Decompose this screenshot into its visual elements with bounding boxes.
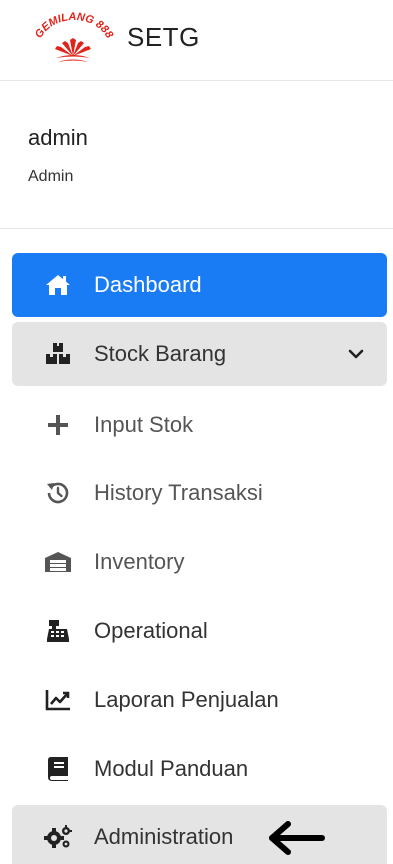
nav-history-transaksi[interactable]: History Transaksi — [12, 461, 387, 525]
nav-inventory[interactable]: Inventory — [12, 530, 387, 594]
sidebar: GEMILANG 888 SETG admin Admin Dashboard … — [0, 0, 393, 864]
nav-operational[interactable]: Operational — [12, 599, 387, 663]
app-title: SETG — [127, 22, 200, 52]
history-icon — [44, 479, 72, 507]
nav-laporan-penjualan[interactable]: Laporan Penjualan — [12, 668, 387, 732]
boxes-icon — [44, 340, 72, 368]
user-panel: admin Admin — [0, 80, 393, 229]
cash-register-icon — [44, 617, 72, 645]
user-name: admin — [28, 125, 88, 150]
chart-line-icon — [44, 686, 72, 714]
warehouse-icon — [44, 548, 72, 576]
cogs-icon — [44, 823, 72, 851]
brand-header: GEMILANG 888 SETG — [0, 0, 393, 81]
nav-history-transaksi-label: History Transaksi — [94, 480, 263, 505]
nav-stock-barang[interactable]: Stock Barang — [12, 322, 387, 386]
nav-laporan-penjualan-label: Laporan Penjualan — [94, 687, 279, 712]
home-icon — [44, 271, 72, 299]
nav-modul-panduan[interactable]: Modul Panduan — [12, 737, 387, 801]
nav-stock-barang-label: Stock Barang — [94, 341, 227, 366]
nav-modul-panduan-label: Modul Panduan — [94, 756, 249, 781]
nav-dashboard[interactable]: Dashboard — [12, 253, 387, 317]
nav-operational-label: Operational — [94, 618, 208, 643]
nav-inventory-label: Inventory — [94, 549, 185, 574]
svg-text:GEMILANG 888: GEMILANG 888 — [33, 11, 116, 41]
nav-administration-label: Administration — [94, 824, 234, 849]
nav-input-stok-label: Input Stok — [94, 412, 194, 437]
nav-dashboard-label: Dashboard — [94, 272, 202, 297]
chevron-down-icon[interactable] — [347, 345, 365, 363]
book-icon — [44, 755, 72, 783]
nav-administration[interactable]: Administration — [12, 805, 387, 864]
gemilang-logo: GEMILANG 888 — [33, 11, 116, 62]
user-role: Admin — [28, 168, 74, 185]
plus-icon — [44, 411, 72, 439]
nav-input-stok[interactable]: Input Stok — [12, 393, 387, 457]
arrow-left-icon — [269, 821, 325, 855]
